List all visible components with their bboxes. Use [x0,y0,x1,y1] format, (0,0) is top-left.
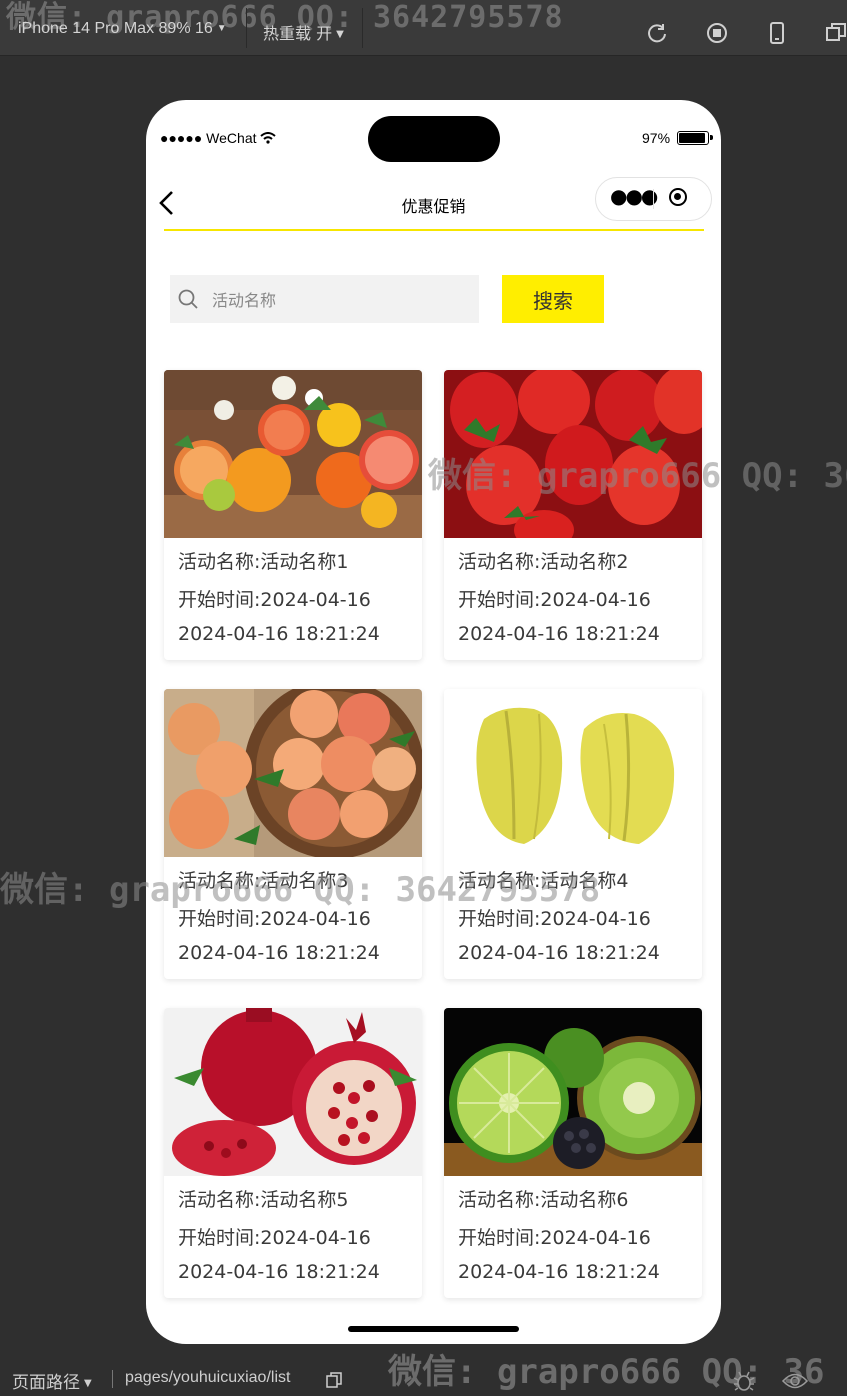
navigation-bar: 优惠促销 ●●● [146,175,721,230]
bottom-divider [112,1370,113,1388]
pomegranate-image [164,1008,422,1176]
activity-start-time: 开始时间:2024-04-16 [458,1227,651,1249]
search-button[interactable]: 搜索 [502,275,604,323]
activity-name: 活动名称:活动名称1 [178,551,349,573]
activity-card[interactable]: 活动名称:活动名称1 开始时间:2024-04-16 2024-04-16 18… [164,370,422,660]
page-path-label: 页面路径 [12,1373,80,1393]
page-path: pages/youhuicuxiao/list [125,1369,291,1386]
more-menu-icon[interactable]: ●●● [610,184,658,208]
watermark-bottom: 微信: grapro666 QQ: 36 [388,1352,825,1392]
battery-nub [710,135,713,140]
activity-card[interactable]: 活动名称:活动名称4 开始时间:2024-04-16 2024-04-16 18… [444,689,702,979]
watermark-middle: 微信: grapro666 QQ: 3642795578 [0,870,601,910]
starfruit-image [444,689,702,857]
chevron-down-icon: ▼ [336,29,344,40]
home-indicator [348,1326,519,1332]
carrier-label: ●●●●● WeChat [160,130,257,146]
dynamic-island [368,116,500,162]
search-icon [178,289,198,309]
search-bar [170,275,479,323]
simulator-toolbar: 微信: grapro666 QQ: 3642795578 iPhone 14 P… [0,0,847,56]
battery-fill [679,133,705,143]
peaches-basket-image [164,689,422,857]
toolbar-divider [362,8,363,48]
phone-preview-icon[interactable] [766,22,788,44]
mini-program-capsule: ●●● [595,177,712,221]
activity-name: 活动名称:活动名称5 [178,1189,349,1211]
record-icon[interactable] [706,22,728,44]
activity-start-time: 开始时间:2024-04-16 [178,589,371,611]
banner-edge [164,229,704,231]
toolbar-divider [246,8,247,48]
activity-card[interactable]: 活动名称:活动名称2 开始时间:2024-04-16 2024-04-16 18… [444,370,702,660]
activity-card[interactable]: 活动名称:活动名称3 开始时间:2024-04-16 2024-04-16 18… [164,689,422,979]
activity-datetime: 2024-04-16 18:21:24 [178,942,380,964]
activity-datetime: 2024-04-16 18:21:24 [458,1261,660,1283]
activity-card[interactable]: 活动名称:活动名称6 开始时间:2024-04-16 2024-04-16 18… [444,1008,702,1298]
activity-name: 活动名称:活动名称2 [458,551,629,573]
device-selector-label: iPhone 14 Pro Max 89% 16 [18,20,213,37]
device-selector[interactable]: iPhone 14 Pro Max 89% 16 ▼ [18,20,227,38]
detach-window-icon[interactable] [825,22,847,44]
capsule-divider [653,189,654,209]
chevron-down-icon: ▼ [84,1378,92,1389]
activity-card[interactable]: 活动名称:活动名称5 开始时间:2024-04-16 2024-04-16 18… [164,1008,422,1298]
phone-screen: ●●●●● WeChat 97% 优惠促销 ●●● 活动名称 搜索 活动名称:活… [146,100,721,1344]
hot-reload-toggle[interactable]: 热重载 开 ▼ [263,20,344,44]
wifi-icon [260,132,277,144]
lime-kiwi-blackberry-image [444,1008,702,1176]
status-bar: ●●●●● WeChat 97% [146,100,721,175]
debug-bug-icon[interactable] [733,1370,755,1392]
activity-start-time: 开始时间:2024-04-16 [458,589,651,611]
activity-datetime: 2024-04-16 18:21:24 [178,1261,380,1283]
battery-percent: 97% [642,130,671,146]
activity-name: 活动名称:活动名称6 [458,1189,629,1211]
carrier-signal: ●●●●● WeChat [160,130,277,146]
watermark-right: 微信: grapro666 QQ: 364 [428,456,847,496]
activity-datetime: 2024-04-16 18:21:24 [458,942,660,964]
eye-icon[interactable] [782,1372,808,1390]
page-path-selector[interactable]: 页面路径 ▼ [12,1368,92,1393]
hot-reload-label: 热重载 开 [263,24,333,43]
battery-icon [677,131,713,145]
refresh-icon[interactable] [646,22,668,44]
oranges-grapefruit-image [164,370,422,538]
activity-start-time: 开始时间:2024-04-16 [178,1227,371,1249]
copy-icon[interactable] [326,1372,342,1388]
close-mini-program-icon[interactable] [669,188,687,206]
activity-datetime: 2024-04-16 18:21:24 [178,623,380,645]
activity-datetime: 2024-04-16 18:21:24 [458,623,660,645]
chevron-down-icon: ▼ [216,23,227,34]
search-input[interactable] [210,285,474,315]
